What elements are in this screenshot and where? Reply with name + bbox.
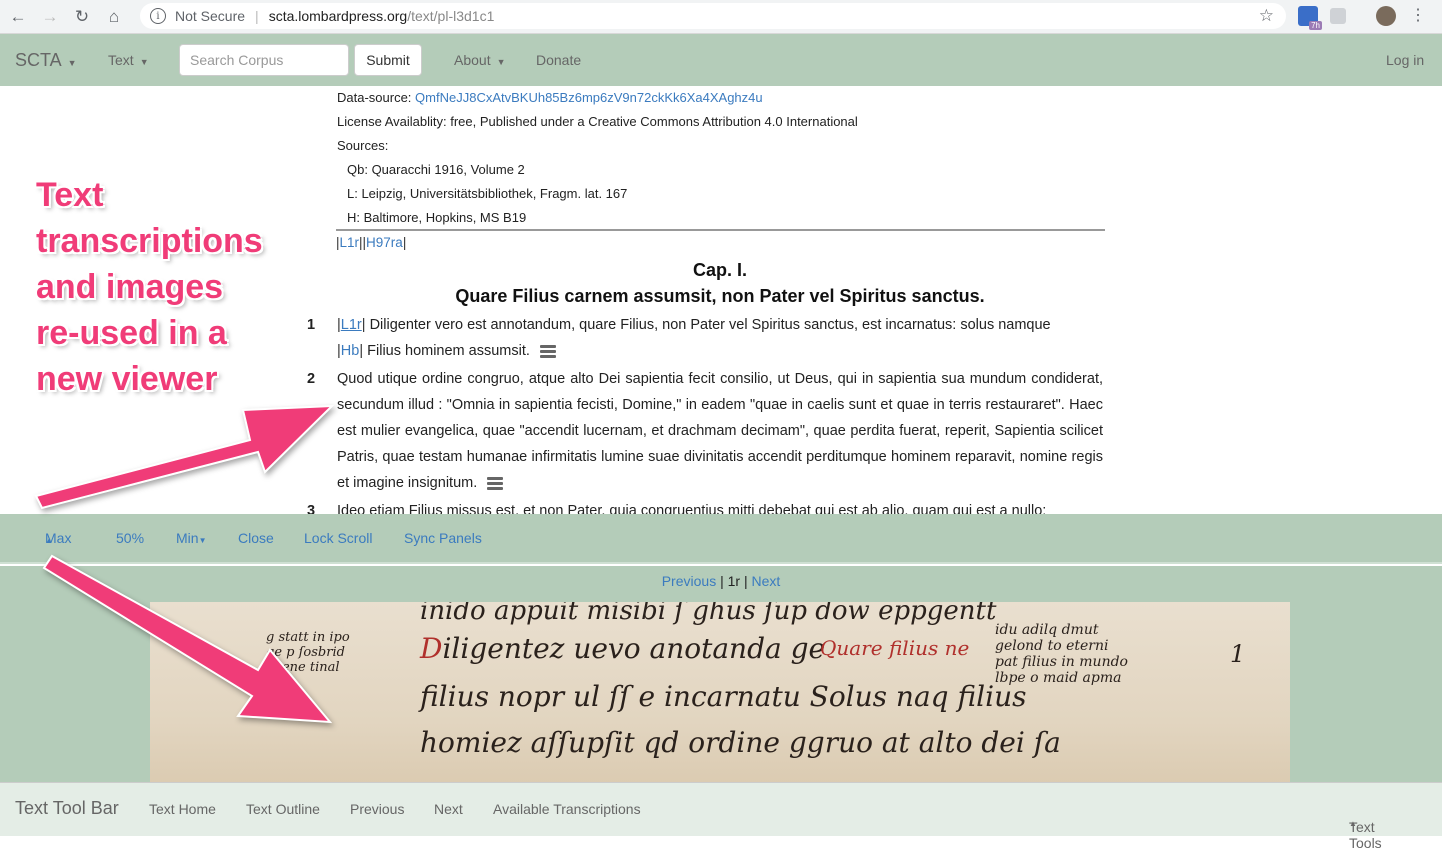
chapter-subtitle: Quare Filius carnem assumsit, non Pater …: [455, 286, 985, 306]
previous-link[interactable]: Previous: [350, 801, 404, 817]
source-item: H: Baltimore, Hopkins, MS B19: [347, 210, 527, 225]
back-icon[interactable]: ←: [4, 3, 32, 31]
text-menu[interactable]: Text ▼: [108, 52, 149, 68]
toolbar-title: Text Tool Bar: [15, 798, 119, 818]
paragraph-tools-icon[interactable]: [487, 476, 504, 490]
paragraph: Ideo etiam Filius missus est, et non Pat…: [337, 503, 1047, 514]
image-pager: Previous | 1r | Next: [661, 573, 781, 589]
viewer-toolbar: Max ▲ 50% Min▼ Close Lock Scroll Sync Pa…: [0, 514, 1442, 564]
datasource-label: Data-source:: [337, 90, 412, 105]
pageref-link[interactable]: L1r: [341, 317, 362, 333]
next-link[interactable]: Next: [751, 573, 780, 589]
info-icon[interactable]: i: [150, 8, 166, 24]
source-item: L: Leipzig, Universitätsbibliothek, Frag…: [347, 186, 628, 201]
text-home-link[interactable]: Text Home: [149, 801, 216, 817]
search-input[interactable]: Search Corpus: [179, 44, 349, 76]
manuscript-image[interactable]: inido appuit misibi ſ ghus ſup dow eppge…: [150, 602, 1290, 782]
caret-down-icon: ▼: [67, 57, 77, 68]
extension-icon[interactable]: [1330, 8, 1346, 24]
paragraph-text: Quod utique ordine congruo, atque alto D…: [337, 371, 1103, 491]
page-references: |L1r||H97ra|: [336, 235, 407, 250]
max-button[interactable]: Max ▲: [45, 530, 71, 546]
address-separator: |: [255, 8, 259, 24]
datasource-link[interactable]: QmfNeJJ8CxAtvBKUh85Bz6mp6zV9n72ckKk6Xa4X…: [415, 90, 763, 105]
bookmark-star-icon[interactable]: ☆: [1259, 6, 1274, 26]
url-path: /text/pl-l3d1c1: [407, 8, 495, 24]
paragraph-text: Diligenter vero est annotandum, quare Fi…: [369, 317, 1051, 333]
url-host: scta.lombardpress.org: [268, 8, 408, 24]
address-bar[interactable]: i Not Secure | scta.lombardpress.org/tex…: [140, 3, 1286, 29]
paragraph-text: Filius hominem assumsit.: [367, 343, 530, 359]
paragraph: Quod utique ordine congruo, atque alto D…: [337, 366, 1103, 496]
text-menu-label: Text: [108, 52, 134, 68]
sources-label: Sources:: [337, 138, 389, 153]
text-outline-link[interactable]: Text Outline: [246, 801, 320, 817]
pageref-link[interactable]: H97ra: [366, 235, 403, 250]
current-page: 1r: [727, 573, 741, 589]
caret-down-icon: ▼: [496, 57, 506, 67]
extension-calendar-icon[interactable]: 7h: [1298, 6, 1322, 30]
text-tool-bar: Text Tool Bar Text Home Text Outline Pre…: [0, 782, 1442, 851]
chapter-title: Cap. I.: [692, 260, 747, 280]
sync-panels-button[interactable]: Sync Panels: [404, 530, 482, 546]
min-button[interactable]: Min▼: [176, 530, 206, 546]
text-metadata: Data-source: QmfNeJJ8CxAtvBKUh85Bz6mp6zV…: [337, 86, 1107, 230]
paragraph-number: 3: [307, 503, 316, 514]
donate-link[interactable]: Donate: [536, 52, 581, 68]
reload-icon[interactable]: ↻: [68, 3, 96, 31]
next-link[interactable]: Next: [434, 801, 463, 817]
app-navbar: SCTA ▼ Text ▼ Search Corpus Submit About ▼ …: [0, 34, 1442, 86]
max-label: Max: [45, 530, 72, 546]
image-panel: Previous | 1r | Next inido appuit misibi…: [0, 566, 1442, 782]
profile-avatar[interactable]: [1376, 6, 1396, 26]
available-transcriptions-link[interactable]: Available Transcriptions: [493, 801, 641, 817]
previous-link[interactable]: Previous: [662, 573, 716, 589]
about-label: About: [454, 52, 491, 68]
caret-up-icon: ▲: [1349, 819, 1357, 828]
datasource-row: Data-source: QmfNeJJ8CxAtvBKUh85Bz6mp6zV…: [337, 86, 1107, 110]
min-label: Min: [176, 530, 199, 546]
divider: [336, 229, 1105, 231]
extension-badge: 7h: [1309, 21, 1322, 30]
license-row: License Availablity: free, Published und…: [337, 114, 858, 129]
browser-menu-icon[interactable]: ⋮: [1410, 5, 1426, 25]
brand-menu[interactable]: SCTA ▼: [15, 50, 77, 71]
paragraph-tools-icon[interactable]: [539, 344, 556, 358]
paragraph-number: 2: [307, 371, 316, 387]
login-link[interactable]: Log in: [1386, 52, 1424, 68]
home-icon[interactable]: ⌂: [100, 3, 128, 31]
brand-label: SCTA: [15, 49, 62, 70]
paragraph: |L1r| Diligenter vero est annotandum, qu…: [337, 317, 1051, 359]
half-size-button[interactable]: 50%: [116, 530, 144, 546]
submit-button[interactable]: Submit: [354, 44, 422, 76]
caret-down-icon: ▼: [139, 57, 149, 67]
pageref-link[interactable]: Hb: [341, 343, 360, 359]
paragraph-number: 1: [307, 317, 316, 333]
security-label: Not Secure: [175, 8, 246, 24]
close-button[interactable]: Close: [238, 530, 274, 546]
source-item: Qb: Quaracchi 1916, Volume 2: [347, 162, 525, 177]
forward-icon[interactable]: →: [36, 3, 64, 31]
browser-chrome: ← → ↻ ⌂ i Not Secure | scta.lombardpress…: [0, 0, 1442, 34]
annotation-text: Text transcriptions and images re-used i…: [36, 176, 263, 398]
about-menu[interactable]: About ▼: [454, 52, 506, 68]
pageref-link[interactable]: L1r: [340, 235, 360, 250]
lock-scroll-button[interactable]: Lock Scroll: [304, 530, 372, 546]
caret-down-icon: ▼: [198, 536, 207, 545]
